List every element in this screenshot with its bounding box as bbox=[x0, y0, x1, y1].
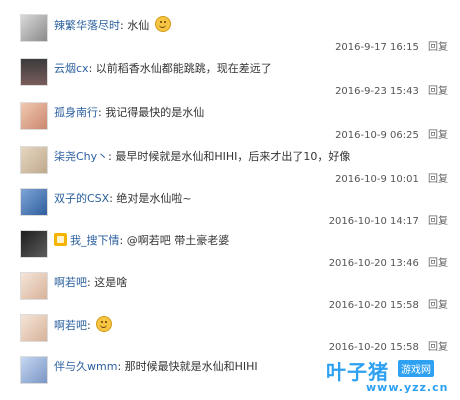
username[interactable]: 云烟cx bbox=[54, 62, 89, 75]
username[interactable]: 我_搜下情 bbox=[70, 234, 120, 247]
comment-item: 我_搜下情: @啊若吧 带土豪老婆 2016-10-20 13:46 回复 bbox=[0, 224, 460, 269]
comment-text: 最早时候就是水仙和HIHI，后来才出了10，好像 bbox=[115, 150, 351, 163]
site-watermark: 叶子猪 游戏网 www.yzz.cn bbox=[326, 356, 454, 396]
comment-text: 以前稻香水仙都能跳跳，现在差远了 bbox=[95, 62, 272, 75]
comment-text: 那时候最快就是水仙和HIHI bbox=[124, 360, 258, 373]
avatar[interactable] bbox=[20, 272, 48, 300]
avatar[interactable] bbox=[20, 146, 48, 174]
username[interactable]: 啊若吧 bbox=[54, 276, 87, 289]
username[interactable]: 柒尧Chy丶 bbox=[54, 150, 108, 163]
username[interactable]: 双子的CSX bbox=[54, 192, 109, 205]
comment-text: 绝对是水仙啦~ bbox=[116, 192, 192, 205]
smiley-icon bbox=[154, 16, 171, 32]
avatar[interactable] bbox=[20, 188, 48, 216]
comment-item: 辣繁华落尽时: 水仙 2016-9-17 16:15 回复 bbox=[0, 8, 460, 53]
comment-item: 柒尧Chy丶: 最早时候就是水仙和HIHI，后来才出了10，好像 2016-10… bbox=[0, 140, 460, 185]
comment-item: 双子的CSX: 绝对是水仙啦~ 2016-10-10 14:17 回复 bbox=[0, 182, 460, 227]
comment-item: 孤身南行: 我记得最快的是水仙 2016-10-9 06:25 回复 bbox=[0, 96, 460, 141]
comment-text: 我记得最快的是水仙 bbox=[105, 106, 205, 119]
avatar[interactable] bbox=[20, 314, 48, 342]
comment-text: 水仙 bbox=[127, 19, 150, 32]
avatar[interactable] bbox=[20, 14, 48, 42]
avatar[interactable] bbox=[20, 356, 48, 384]
avatar[interactable] bbox=[20, 102, 48, 130]
comment-item: 啊若吧: 这是啥 2016-10-20 15:58 回复 bbox=[0, 266, 460, 311]
vip-icon bbox=[54, 233, 67, 246]
username[interactable]: 伴与久wmm bbox=[54, 360, 117, 373]
comment-text: @啊若吧 带土豪老婆 bbox=[126, 234, 230, 247]
watermark-url: www.yzz.cn bbox=[366, 381, 449, 394]
comment-item: 啊若吧: 2016-10-20 15:58 回复 bbox=[0, 308, 460, 353]
username[interactable]: 辣繁华落尽时 bbox=[54, 19, 120, 32]
smiley-icon bbox=[96, 316, 113, 332]
avatar[interactable] bbox=[20, 230, 48, 258]
avatar[interactable] bbox=[20, 58, 48, 86]
comment-item: 云烟cx: 以前稻香水仙都能跳跳，现在差远了 2016-9-23 15:43 回… bbox=[0, 52, 460, 97]
watermark-tag: 游戏网 bbox=[398, 360, 434, 377]
username[interactable]: 啊若吧 bbox=[54, 319, 87, 332]
comment-text: 这是啥 bbox=[94, 276, 128, 289]
username[interactable]: 孤身南行 bbox=[54, 106, 98, 119]
